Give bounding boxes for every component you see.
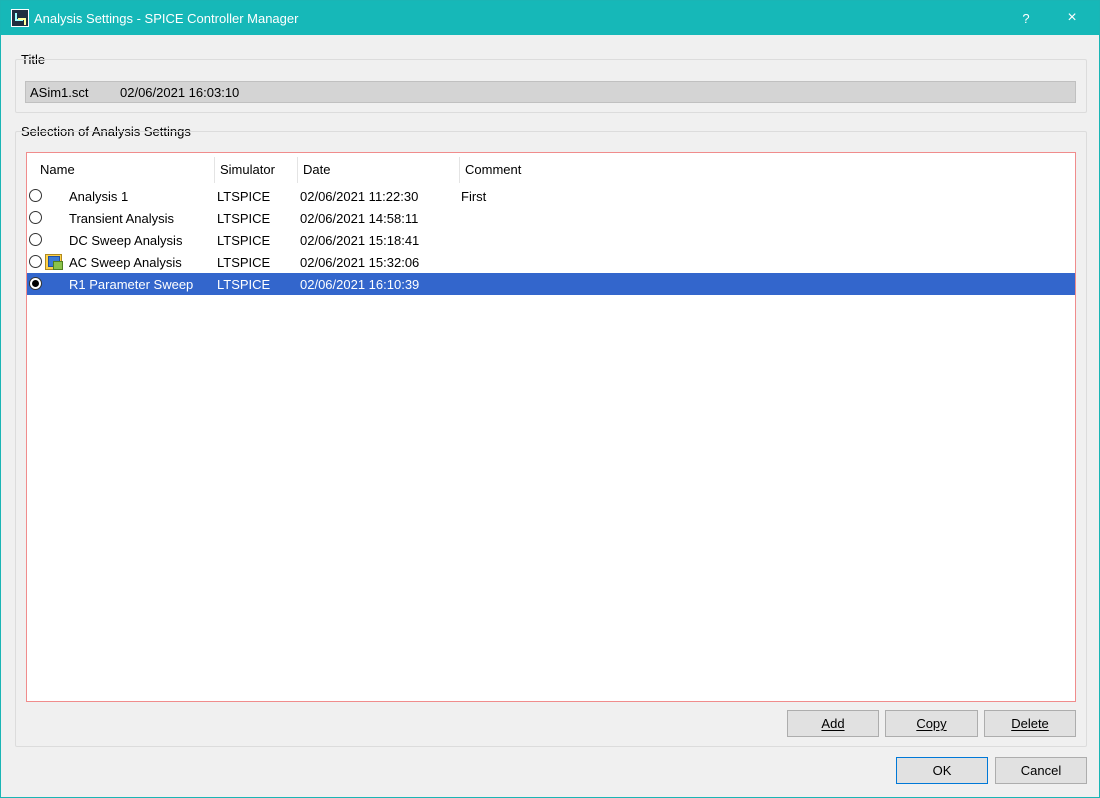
delete-button[interactable]: Delete — [984, 710, 1076, 737]
table-row[interactable]: AC Sweep Analysis LTSPICE 02/06/2021 15:… — [27, 251, 1075, 273]
ok-button[interactable]: OK — [896, 757, 988, 784]
list-header: Name Simulator Date Comment — [27, 153, 1075, 185]
row-simulator: LTSPICE — [217, 210, 271, 226]
radio-button[interactable] — [29, 255, 42, 268]
dialog-window: Analysis Settings - SPICE Controller Man… — [0, 0, 1100, 798]
row-simulator: LTSPICE — [217, 232, 271, 248]
table-row[interactable]: Analysis 1 LTSPICE 02/06/2021 11:22:30 F… — [27, 185, 1075, 207]
app-icon — [11, 9, 29, 27]
row-date: 02/06/2021 14:58:11 — [300, 210, 419, 226]
ok-button-label: OK — [932, 763, 952, 778]
analysis-list[interactable]: Name Simulator Date Comment Analysis 1 L… — [26, 152, 1076, 702]
radio-button[interactable] — [29, 233, 42, 246]
copy-button-label: Copy — [916, 716, 947, 731]
radio-button-checked[interactable] — [29, 277, 42, 290]
row-simulator: LTSPICE — [217, 254, 271, 270]
window-title: Analysis Settings - SPICE Controller Man… — [34, 10, 299, 26]
table-row[interactable]: Transient Analysis LTSPICE 02/06/2021 14… — [27, 207, 1075, 229]
row-comment: First — [461, 188, 487, 204]
cancel-button-label: Cancel — [1020, 763, 1062, 778]
radio-button[interactable] — [29, 189, 42, 202]
delete-button-label: Delete — [1011, 716, 1049, 731]
radio-button[interactable] — [29, 211, 42, 224]
row-date: 02/06/2021 11:22:30 — [300, 188, 419, 204]
table-row-selected[interactable]: R1 Parameter Sweep LTSPICE 02/06/2021 16… — [27, 273, 1075, 295]
table-row[interactable]: DC Sweep Analysis LTSPICE 02/06/2021 15:… — [27, 229, 1075, 251]
title-filename: ASim1.sct — [30, 84, 89, 100]
title-field: ASim1.sct 02/06/2021 16:03:10 — [25, 81, 1076, 103]
column-header-date[interactable]: Date — [298, 153, 460, 185]
add-button-label: Add — [821, 716, 845, 731]
row-date: 02/06/2021 16:10:39 — [300, 276, 420, 292]
add-button[interactable]: Add — [787, 710, 879, 737]
cancel-button[interactable]: Cancel — [995, 757, 1087, 784]
copy-button[interactable]: Copy — [885, 710, 978, 737]
row-name: R1 Parameter Sweep — [69, 276, 194, 292]
column-header-name[interactable]: Name — [35, 153, 215, 185]
row-simulator: LTSPICE — [217, 188, 271, 204]
analysis-window-icon — [45, 254, 63, 270]
row-date: 02/06/2021 15:18:41 — [300, 232, 420, 248]
help-button[interactable]: ? — [1003, 1, 1049, 35]
row-name: DC Sweep Analysis — [69, 232, 183, 248]
row-name: Analysis 1 — [69, 188, 129, 204]
column-header-comment[interactable]: Comment — [460, 153, 860, 185]
row-simulator: LTSPICE — [217, 276, 271, 292]
title-bar[interactable]: Analysis Settings - SPICE Controller Man… — [1, 1, 1099, 35]
column-header-simulator[interactable]: Simulator — [215, 153, 298, 185]
close-button[interactable]: × — [1049, 1, 1095, 35]
row-name: AC Sweep Analysis — [69, 254, 182, 270]
row-date: 02/06/2021 15:32:06 — [300, 254, 420, 270]
title-timestamp: 02/06/2021 16:03:10 — [120, 84, 240, 100]
row-name: Transient Analysis — [69, 210, 175, 226]
